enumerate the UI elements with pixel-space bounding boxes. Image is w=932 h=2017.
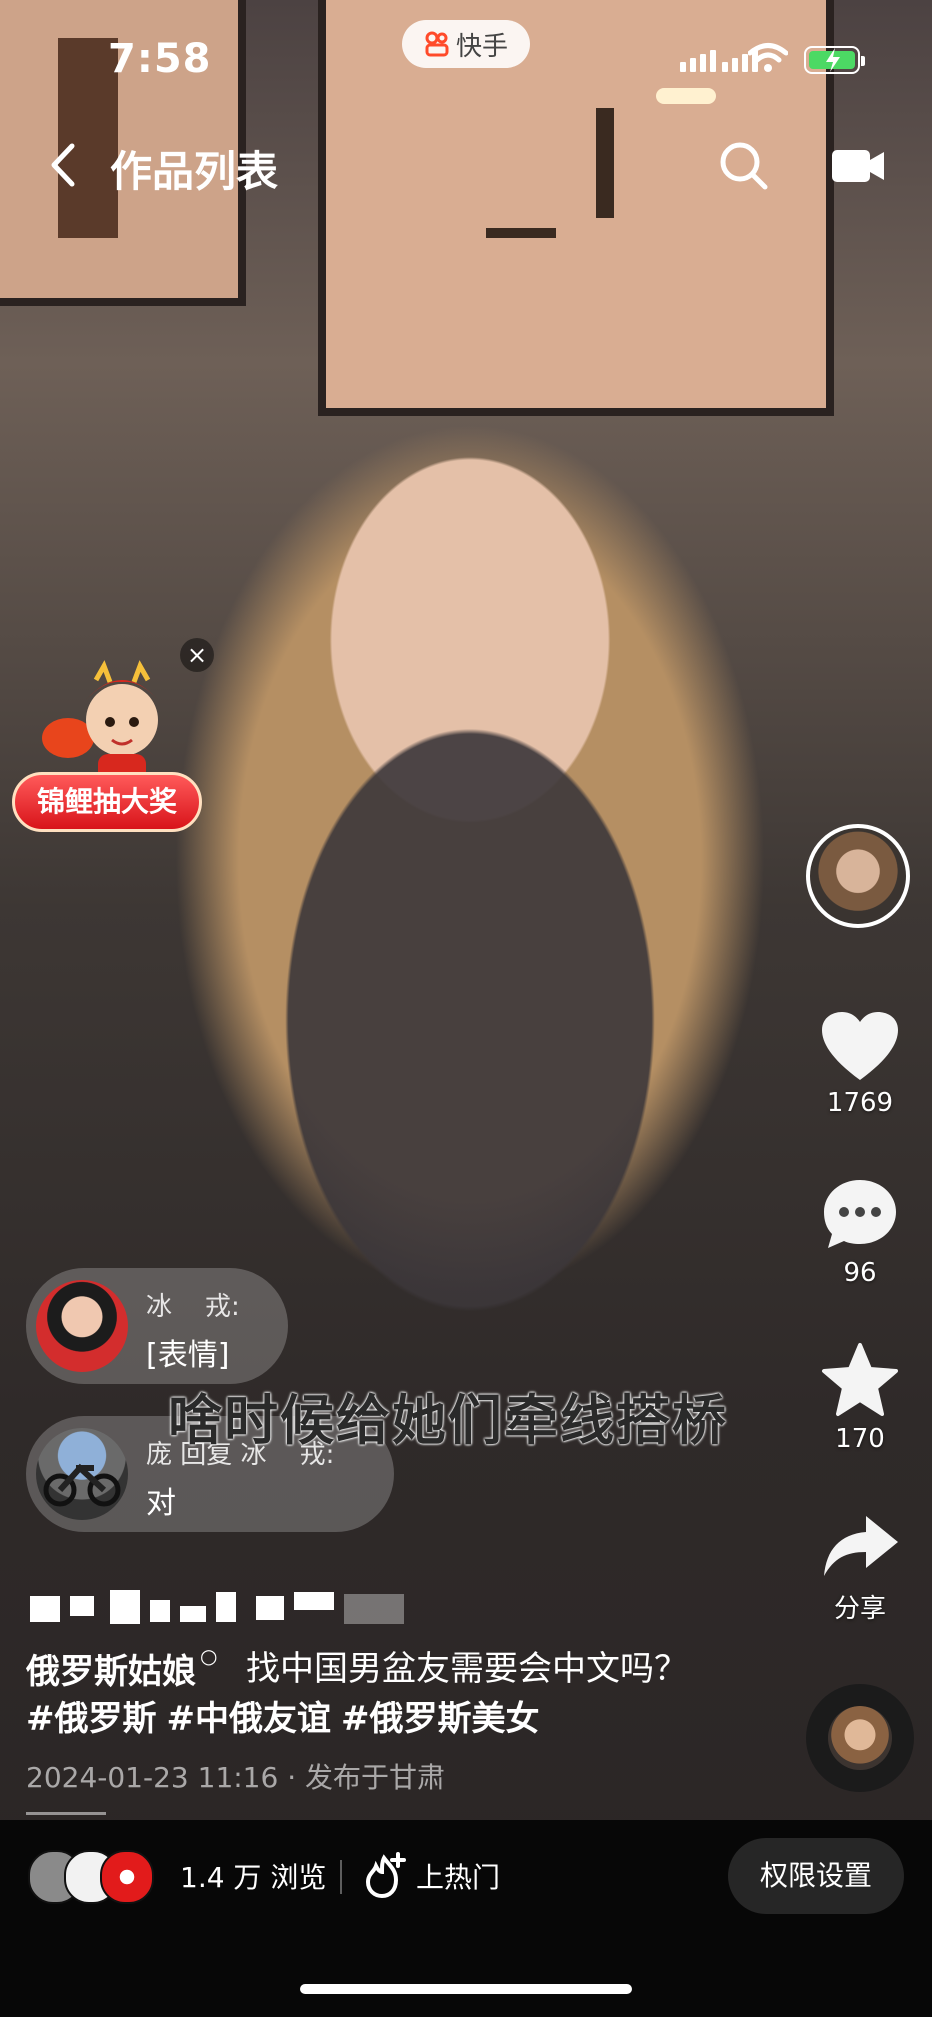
like-count: 1769 [826, 1088, 894, 1118]
home-indicator[interactable] [300, 1984, 632, 1994]
top-nav-bar: 作品列表 [0, 120, 932, 210]
video-subtitle: 啥时候给她们牵线搭桥 [168, 1389, 728, 1452]
hashtag-link[interactable]: #中俄友谊 [167, 1699, 332, 1739]
share-label: 分享 [833, 1594, 886, 1624]
camera-icon[interactable] [830, 144, 886, 188]
viewer-avatars[interactable] [28, 1850, 168, 1904]
lucky-mascot-icon [42, 660, 158, 788]
like-button[interactable]: 1769 [800, 1010, 920, 1118]
comment-count: 96 [843, 1258, 877, 1288]
author-name: 俄罗斯姑娘 [26, 1652, 196, 1692]
favorite-count: 170 [835, 1424, 885, 1454]
music-disc[interactable] [806, 1684, 914, 1792]
page-title: 作品列表 [110, 147, 279, 196]
author-name-link[interactable]: 俄罗斯姑娘 ○ [26, 1644, 217, 1693]
comment-button[interactable]: 96 [800, 1176, 920, 1288]
search-small-icon: ○ [200, 1644, 218, 1668]
kuaishou-app-pill[interactable]: 快手 [402, 20, 530, 68]
favorite-button[interactable]: 170 [800, 1342, 920, 1454]
hashtag-link[interactable]: #俄罗斯美女 [341, 1699, 540, 1739]
star-icon [822, 1343, 898, 1416]
floating-comment[interactable]: 冰 戎: [表情] [26, 1268, 288, 1384]
flame-plus-icon[interactable] [364, 1850, 408, 1898]
viewer-avatar [100, 1850, 154, 1904]
hashtag-link[interactable]: #俄罗斯 [26, 1699, 157, 1739]
promo-close-icon[interactable]: × [180, 638, 214, 672]
koi-lottery-widget[interactable]: × 锦鲤抽大奖 [10, 638, 214, 840]
music-cover [828, 1706, 892, 1770]
author-avatar[interactable] [806, 824, 910, 928]
share-button[interactable]: 分享 [800, 1512, 920, 1625]
pixelated-username [30, 1590, 450, 1630]
promote-label[interactable]: 上热门 [416, 1856, 500, 1896]
permission-settings-button[interactable]: 权限设置 [728, 1838, 904, 1914]
description-text: 找中国男盆友需要会中文吗？ [246, 1649, 688, 1689]
commenter-avatar [36, 1280, 128, 1372]
heart-icon [822, 1012, 898, 1080]
view-count: 1.4 万 浏览 [180, 1861, 327, 1894]
battery-icon [804, 46, 865, 74]
bottom-bar: 1.4 万 浏览 上热门 权限设置 [0, 1820, 932, 2017]
share-arrow-icon [824, 1516, 898, 1576]
comment-author: 冰 戎: [146, 1292, 240, 1322]
video-stage[interactable]: 7:58 快手 作品列表 × 锦鲤抽大奖 1769 96 170 分享 冰 戎:… [0, 0, 932, 2017]
video-progress-bar[interactable] [26, 1812, 106, 1815]
divider [340, 1860, 342, 1894]
koi-lottery-button[interactable]: 锦鲤抽大奖 [12, 772, 202, 832]
motorcycle-icon [43, 1463, 121, 1507]
search-icon[interactable] [716, 138, 770, 192]
publish-meta: 2024-01-23 11:16 · 发布于甘肃 [26, 1761, 446, 1794]
wifi-icon [748, 43, 788, 72]
cellular-signal-icon [680, 50, 758, 72]
comment-text: 对 [146, 1486, 176, 1521]
comment-bubble-icon [824, 1180, 896, 1248]
app-pill-label: 快手 [455, 31, 508, 62]
clock-time: 7:58 [108, 36, 212, 82]
comment-text: [表情] [146, 1338, 230, 1373]
status-bar: 7:58 快手 [0, 0, 932, 110]
kuaishou-logo-icon [425, 31, 449, 57]
commenter-avatar [36, 1428, 128, 1520]
back-arrow-icon[interactable] [42, 140, 86, 190]
